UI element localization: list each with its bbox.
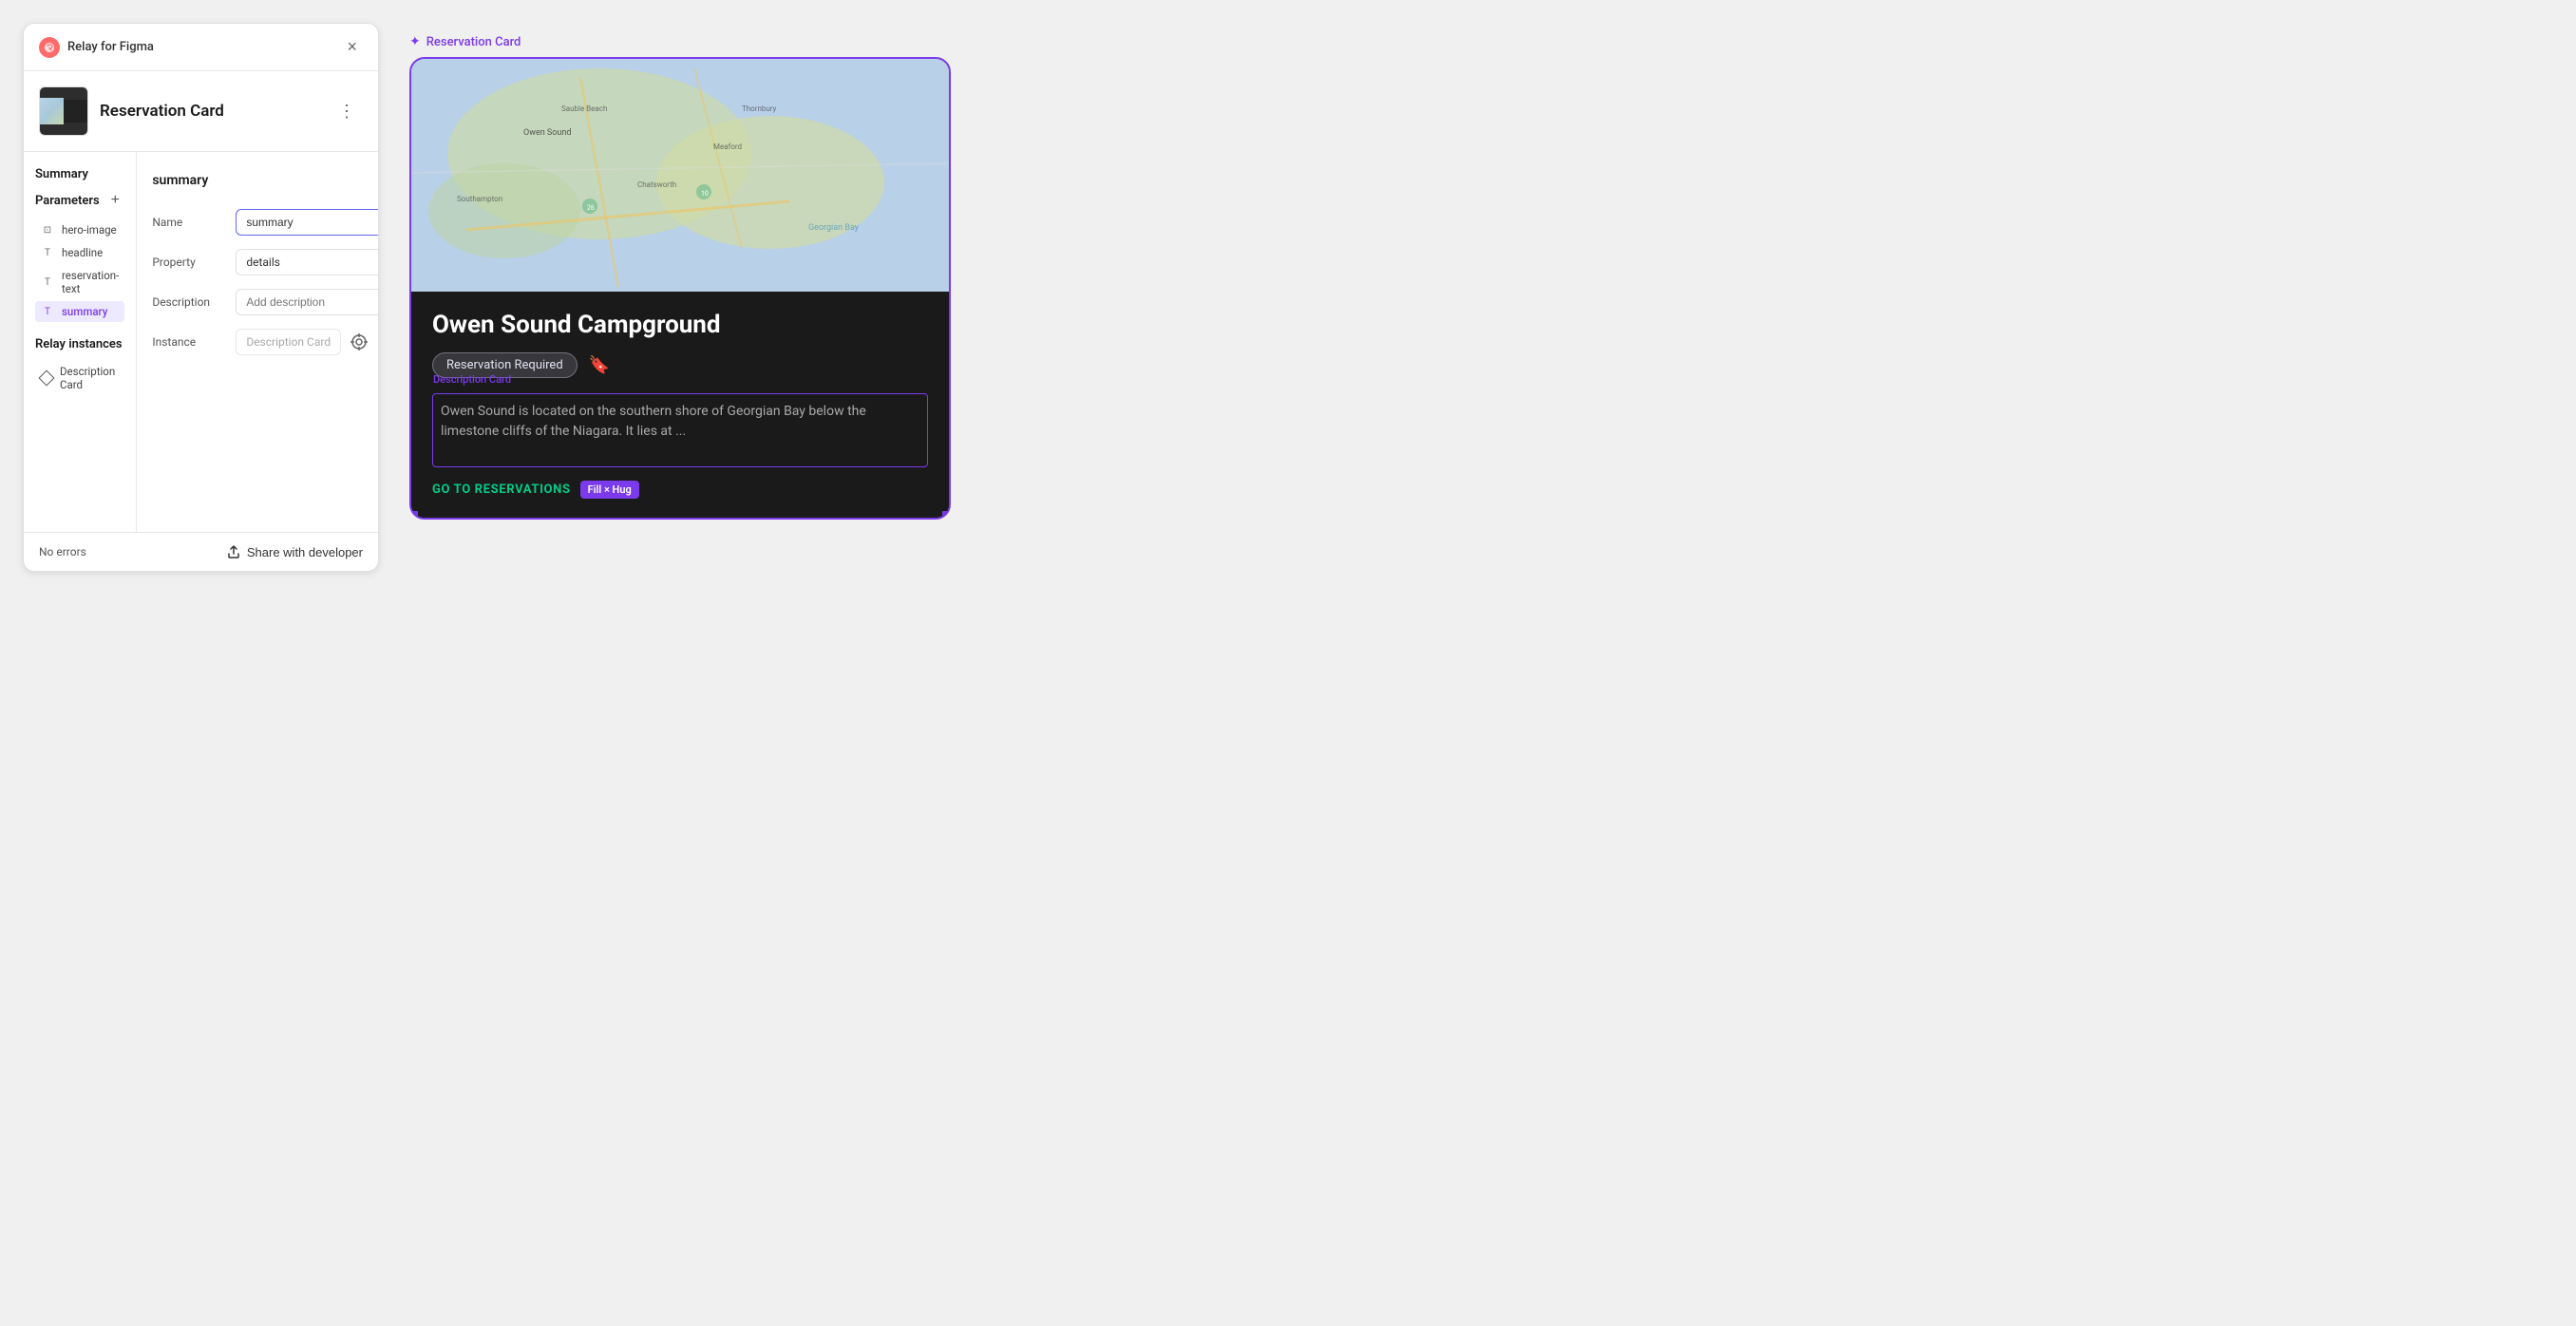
param-item-hero-image[interactable]: ⊡ hero-image	[35, 219, 124, 240]
diamond-icon	[39, 370, 55, 387]
card-footer: GO TO RESERVATIONS Fill × Hug	[432, 481, 928, 499]
param-item-summary[interactable]: T summary	[35, 301, 124, 322]
relay-item-description-card[interactable]: Description Card	[35, 361, 124, 395]
reservation-card: Owen Sound Southampton Meaford Chatswort…	[409, 57, 951, 520]
param-label-headline: headline	[62, 246, 103, 259]
panel-body: Summary Parameters + ⊡ hero-image T head…	[24, 152, 378, 532]
close-button[interactable]: ×	[341, 35, 363, 59]
relay-logo-icon	[39, 37, 60, 58]
fill-hug-badge: Fill × Hug	[580, 481, 639, 499]
relay-item-label-description-card: Description Card	[60, 365, 119, 391]
share-with-developer-button[interactable]: Share with developer	[226, 544, 363, 559]
sidebar-column: Summary Parameters + ⊡ hero-image T head…	[24, 152, 137, 532]
instance-value: Description Card	[236, 329, 341, 355]
text-type-icon-reservation: T	[41, 275, 54, 289]
text-type-icon-summary: T	[41, 305, 54, 318]
description-label: Description	[152, 295, 228, 309]
relay-instances-section: Relay instances Description Card	[35, 337, 124, 395]
instance-label: Instance	[152, 335, 228, 349]
add-icon: +	[111, 192, 120, 209]
text-type-icon-headline: T	[41, 246, 54, 259]
panel-header: Relay for Figma ×	[24, 24, 378, 71]
summary-section-title: Summary	[35, 167, 124, 181]
share-icon	[226, 544, 241, 559]
param-label-reservation-text: reservation-text	[62, 269, 119, 295]
delete-button[interactable]: 🗑	[377, 167, 379, 194]
card-description-text: Owen Sound is located on the southern sh…	[433, 394, 927, 449]
description-card-instance-label: Description Card	[433, 373, 511, 386]
component-header-left: Reservation Card	[39, 86, 224, 136]
share-label: Share with developer	[247, 545, 363, 559]
cta-text[interactable]: GO TO RESERVATIONS	[432, 483, 571, 497]
more-icon: ⋮	[338, 102, 355, 121]
svg-text:Meaford: Meaford	[713, 142, 742, 151]
svg-text:10: 10	[701, 190, 709, 198]
bookmark-icon[interactable]: 🔖	[589, 355, 610, 375]
param-item-reservation-text[interactable]: T reservation-text	[35, 265, 124, 299]
svg-text:Sauble Beach: Sauble Beach	[561, 104, 607, 113]
name-field-row: Name	[152, 209, 379, 236]
component-header: Reservation Card ⋮	[24, 71, 378, 152]
preview-label: ✦ Reservation Card	[409, 34, 2553, 49]
relay-instances-title: Relay instances	[35, 337, 124, 351]
property-field-row: Property details ▾	[152, 249, 379, 275]
corner-handle-bl	[410, 511, 418, 519]
svg-text:Chatsworth: Chatsworth	[637, 180, 676, 189]
parameters-header: Parameters +	[35, 191, 124, 210]
no-errors-text: No errors	[39, 545, 86, 559]
preview-component-name: Reservation Card	[426, 35, 521, 49]
instance-field-row: Instance Description Card	[152, 329, 379, 355]
detail-header: summary 🗑	[152, 167, 379, 194]
instance-row: Description Card	[236, 329, 369, 355]
panel-footer: No errors Share with developer	[24, 532, 378, 571]
detail-title: summary	[152, 173, 208, 188]
name-label: Name	[152, 216, 228, 229]
svg-text:Southampton: Southampton	[457, 195, 502, 203]
corner-handle-br	[942, 511, 950, 519]
property-select[interactable]: details ▾	[236, 249, 379, 275]
image-type-icon: ⊡	[41, 223, 54, 237]
svg-text:Owen Sound: Owen Sound	[523, 128, 571, 138]
property-value: details	[246, 256, 280, 269]
name-input[interactable]	[236, 209, 379, 236]
close-icon: ×	[347, 37, 357, 56]
svg-text:26: 26	[587, 204, 595, 212]
target-icon[interactable]	[349, 332, 369, 352]
param-item-headline[interactable]: T headline	[35, 242, 124, 263]
component-name: Reservation Card	[100, 102, 224, 121]
more-options-button[interactable]: ⋮	[331, 98, 363, 125]
parameters-title: Parameters	[35, 194, 100, 208]
svg-text:Georgian Bay: Georgian Bay	[808, 223, 860, 233]
component-thumbnail	[39, 86, 88, 136]
card-title: Owen Sound Campground	[432, 311, 928, 339]
description-card-instance: Description Card Owen Sound is located o…	[432, 393, 928, 467]
left-panel: Relay for Figma × Reservation Card ⋮ Sum…	[23, 23, 379, 572]
svg-text:Thornbury: Thornbury	[742, 104, 777, 113]
card-map-image: Owen Sound Southampton Meaford Chatswort…	[411, 59, 949, 292]
description-field-row: Description	[152, 289, 379, 315]
app-title: Relay for Figma	[67, 40, 154, 54]
description-input[interactable]	[236, 289, 379, 315]
add-parameter-button[interactable]: +	[105, 191, 124, 210]
param-label-hero-image: hero-image	[62, 223, 117, 237]
right-panel: ✦ Reservation Card	[409, 23, 2553, 531]
detail-column: summary 🗑 Name Property details ▾	[137, 152, 379, 532]
param-label-summary: summary	[62, 305, 107, 318]
card-content: Owen Sound Campground Reservation Requir…	[411, 292, 949, 518]
relay-purple-icon: ✦	[409, 34, 421, 49]
panel-header-left: Relay for Figma	[39, 37, 154, 58]
property-label: Property	[152, 256, 228, 269]
